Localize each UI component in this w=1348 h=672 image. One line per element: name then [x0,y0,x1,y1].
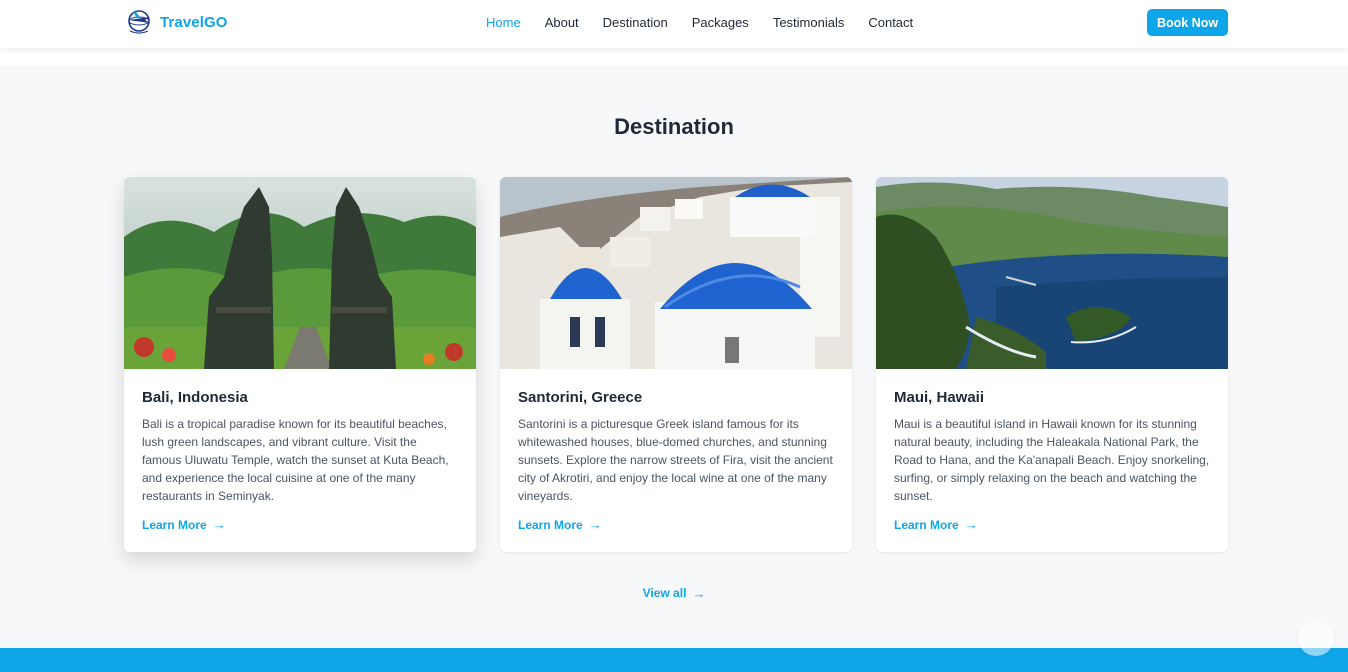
brand[interactable]: TravelGO [124,7,228,37]
card-title: Santorini, Greece [518,389,643,406]
learn-more-link[interactable]: Learn More → [518,517,602,532]
arrow-right-icon: → [964,517,978,532]
view-all-row: View all → [0,584,1348,602]
coastline-photo [876,177,1228,369]
card-title: Maui, Hawaii [894,389,985,406]
learn-more-label: Learn More [518,517,583,532]
destination-card-bali: Bali, Indonesia Bali is a tropical parad… [124,177,476,552]
nav-destination[interactable]: Destination [603,15,668,30]
view-all-link[interactable]: View all → [643,586,706,601]
card-description: Maui is a beautiful island in Hawaii kno… [894,417,1210,503]
arrow-right-icon: → [588,517,602,532]
nav-packages[interactable]: Packages [692,15,749,30]
card-description: Bali is a tropical paradise known for it… [142,417,449,503]
temple-gate-photo [124,177,476,369]
arrow-right-icon: → [692,585,706,601]
view-all-label: View all [642,586,687,600]
nav-contact[interactable]: Contact [868,15,913,30]
learn-more-label: Learn More [142,517,207,532]
card-description: Santorini is a picturesque Greek island … [518,417,833,503]
book-now-button[interactable]: Book Now [1147,9,1228,36]
section-title: Destination [614,114,734,139]
destination-card-santorini: Santorini, Greece Santorini is a picture… [500,177,852,552]
footer-band [0,648,1348,672]
scroll-top-button[interactable] [1298,620,1334,656]
destination-card-maui: Maui, Hawaii Maui is a beautiful island … [876,177,1228,552]
learn-more-label: Learn More [894,517,959,532]
card-title: Bali, Indonesia [142,389,248,406]
nav-testimonials[interactable]: Testimonials [773,15,845,30]
header-spacer [0,48,1348,66]
navbar: TravelGO Home About Destination Packages… [0,0,1348,48]
blue-dome-photo [500,177,852,369]
learn-more-link[interactable]: Learn More → [894,517,978,532]
nav-home[interactable]: Home [486,15,521,30]
main-menu: Home About Destination Packages Testimon… [486,15,913,30]
brand-name: TravelGO [160,13,228,31]
learn-more-link[interactable]: Learn More → [142,517,226,532]
arrow-right-icon: → [212,517,226,532]
nav-about[interactable]: About [545,15,579,30]
plane-globe-icon [128,10,150,34]
